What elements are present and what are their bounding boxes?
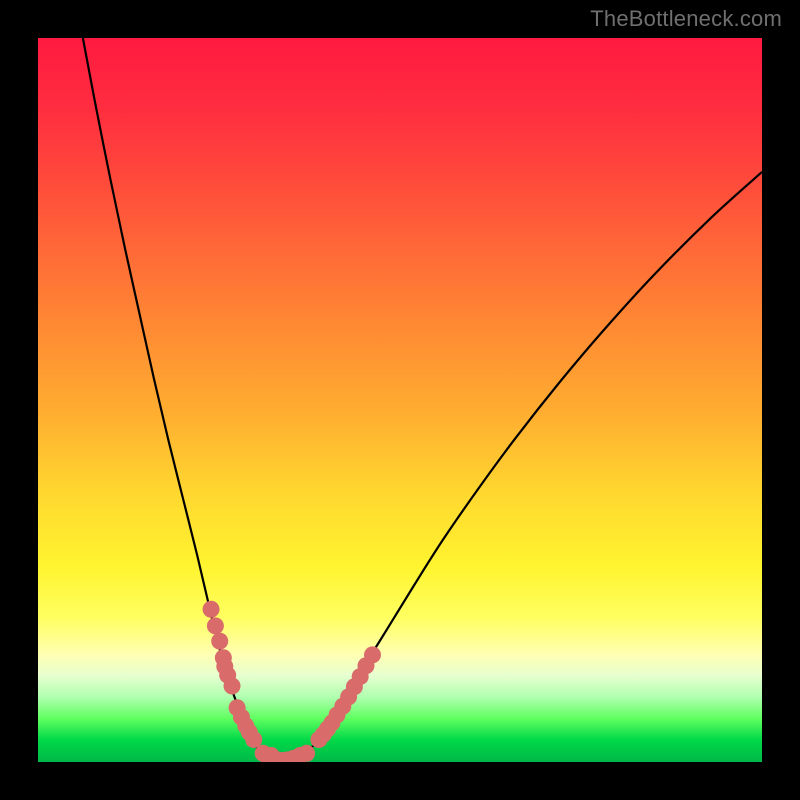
data-dot — [364, 646, 381, 663]
data-dot — [211, 633, 228, 650]
data-dot — [298, 745, 315, 762]
data-dot — [215, 649, 232, 666]
data-dot — [207, 617, 224, 634]
plot-area — [38, 38, 762, 762]
data-dot — [224, 677, 241, 694]
data-dot — [245, 731, 262, 748]
data-dot — [203, 601, 220, 618]
chart-svg — [38, 38, 762, 762]
watermark-text: TheBottleneck.com — [590, 6, 782, 32]
chart-container: TheBottleneck.com — [0, 0, 800, 800]
bottleneck-curve — [83, 38, 762, 761]
